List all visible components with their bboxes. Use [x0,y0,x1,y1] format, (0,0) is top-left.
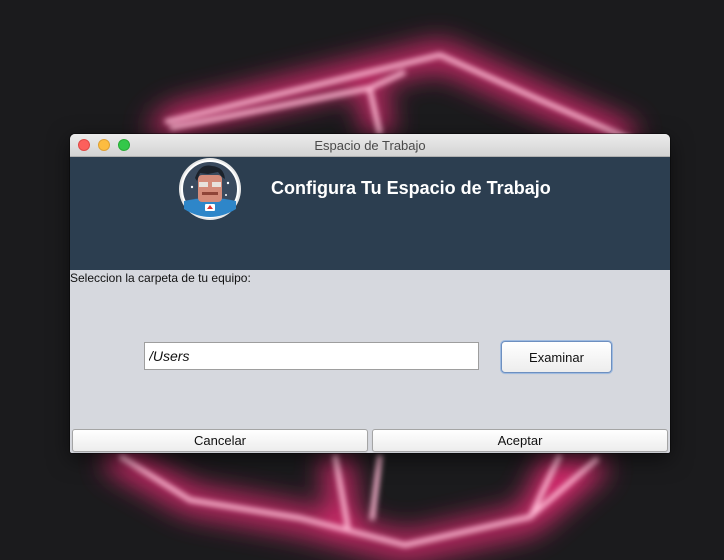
browse-button[interactable]: Examinar [501,341,612,373]
cartoon-developer-avatar-icon [179,158,241,220]
workspace-path-input[interactable] [144,342,479,370]
header-banner: Configura Tu Espacio de Trabajo [70,157,670,270]
title-bar[interactable]: Espacio de Trabajo [70,134,670,157]
workspace-dialog: Espacio de Trabajo Configura Tu Espacio … [70,134,670,453]
accept-button[interactable]: Aceptar [372,429,668,452]
folder-prompt-label: Seleccion la carpeta de tu equipo: [70,271,251,285]
window-title: Espacio de Trabajo [314,138,426,153]
header-title: Configura Tu Espacio de Trabajo [271,178,551,198]
cancel-button[interactable]: Cancelar [72,429,368,452]
